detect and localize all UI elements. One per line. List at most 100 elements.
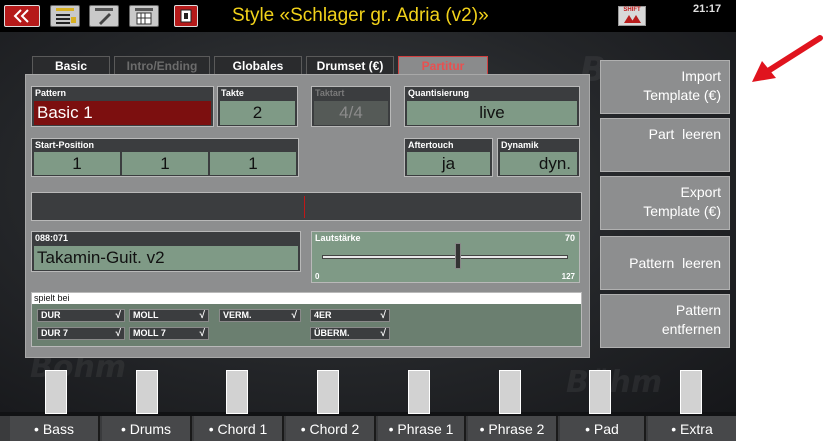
taktart-value: 4/4 (314, 101, 388, 125)
tab-partitur[interactable]: Partitur (398, 56, 488, 74)
edit-icon (95, 8, 113, 25)
start-position-value-3[interactable]: 1 (210, 152, 296, 175)
back-double-chevron-icon (13, 9, 29, 23)
pattern-entfernen-button[interactable]: Pattern entfernen (600, 294, 730, 348)
stop-button[interactable] (174, 5, 198, 27)
tab-drumset[interactable]: Drumset (€) (306, 56, 394, 74)
takte-field[interactable]: Takte 2 (217, 86, 298, 127)
dynamik-field[interactable]: Dynamik dyn. (497, 138, 580, 177)
part-key-phrase1[interactable] (408, 370, 430, 414)
part-tab-bass[interactable]: • Bass (10, 416, 100, 441)
takte-label: Takte (221, 88, 244, 98)
import-template-line1: Import (681, 68, 721, 84)
check-icon: √ (115, 328, 122, 339)
tab-basic[interactable]: Basic (32, 56, 110, 74)
style-title: Style «Schlager gr. Adria (v2)» (232, 5, 489, 26)
taktart-label: Taktart (315, 88, 345, 98)
pattern-leeren-button[interactable]: Pattern leeren (600, 236, 730, 290)
dynamik-value: dyn. (500, 152, 577, 175)
menu-icon (56, 8, 76, 24)
lautstaerke-slider-knob[interactable] (454, 243, 461, 269)
pattern-label: Pattern (35, 88, 67, 98)
shift-button[interactable]: SHIFT (618, 6, 646, 26)
start-position-value-2[interactable]: 1 (122, 152, 208, 175)
stop-icon (180, 9, 192, 23)
import-template-button[interactable]: Import Template (€) (600, 60, 730, 114)
part-key-drums[interactable] (136, 370, 158, 414)
checkbox-dur7-label: DUR 7 (41, 328, 69, 338)
part-key-chord2[interactable] (317, 370, 339, 414)
shift-icon (624, 15, 641, 23)
red-arrow-icon (752, 35, 823, 82)
part-key-extra[interactable] (680, 370, 702, 414)
part-leeren-button[interactable]: Part leeren (600, 118, 730, 172)
part-tab-phrase2[interactable]: • Phrase 2 (468, 416, 558, 441)
part-tab-pad[interactable]: • Pad (560, 416, 646, 441)
checkbox-dur-label: DUR (41, 310, 61, 320)
tab-globales[interactable]: Globales (214, 56, 302, 74)
watermark-logo: Böhm (566, 365, 663, 400)
check-icon: √ (291, 310, 298, 321)
check-icon: √ (199, 328, 206, 339)
check-icon: √ (115, 310, 122, 321)
pattern-entfernen-line2: entfernen (661, 321, 721, 337)
checkbox-moll[interactable]: MOLL √ (129, 309, 209, 322)
export-template-button[interactable]: Export Template (€) (600, 176, 730, 230)
export-template-line2: Template (€) (643, 203, 721, 219)
pattern-entfernen-line1: Pattern (675, 302, 721, 318)
dynamik-label: Dynamik (501, 140, 539, 150)
part-tab-extra[interactable]: • Extra (648, 416, 736, 441)
part-tab-chord1[interactable]: • Chord 1 (194, 416, 284, 441)
checkbox-dur[interactable]: DUR √ (37, 309, 125, 322)
quantisierung-field[interactable]: Quantisierung live (404, 86, 580, 127)
registration-bank-icon (135, 8, 153, 25)
start-position-value-1[interactable]: 1 (34, 152, 120, 175)
checkbox-verm[interactable]: VERM. √ (219, 309, 301, 322)
part-tab-drums[interactable]: • Drums (102, 416, 192, 441)
start-position-field[interactable]: Start-Position 1 1 1 (31, 138, 299, 177)
pattern-value: Basic 1 (34, 101, 211, 125)
part-tab-chord2[interactable]: • Chord 2 (286, 416, 376, 441)
checkbox-moll7-label: MOLL 7 (133, 328, 166, 338)
start-position-label: Start-Position (35, 140, 95, 150)
edit-button[interactable] (89, 5, 119, 27)
part-leeren-label: Part leeren (648, 126, 721, 142)
pattern-timeline[interactable] (31, 192, 582, 221)
clock: 21:17 (693, 3, 722, 15)
spielt-bei-group: spielt bei DUR √ MOLL √ VERM. √ 4ER √ DU… (31, 292, 582, 347)
position-marker (304, 196, 305, 218)
takte-value: 2 (220, 101, 295, 125)
aftertouch-label: Aftertouch (408, 140, 454, 150)
lautstaerke-slider-track[interactable] (322, 255, 568, 259)
quantisierung-label: Quantisierung (408, 88, 470, 98)
top-bar: Style «Schlager gr. Adria (v2)» SHIFT 21… (0, 0, 736, 32)
registration-bank-button[interactable] (129, 5, 159, 27)
lautstaerke-label: Lautstärke (315, 233, 361, 243)
part-key-chord1[interactable] (226, 370, 248, 414)
tab-intro-ending[interactable]: Intro/Ending (114, 56, 210, 74)
lautstaerke-min: 0 (315, 272, 320, 281)
checkbox-uberm-label: ÜBERM. (314, 328, 350, 338)
checkbox-4er[interactable]: 4ER √ (310, 309, 390, 322)
checkbox-uberm[interactable]: ÜBERM. √ (310, 327, 390, 340)
aftertouch-field[interactable]: Aftertouch ja (404, 138, 493, 177)
back-button[interactable] (4, 5, 40, 27)
checkbox-verm-label: VERM. (223, 310, 252, 320)
quantisierung-value: live (407, 101, 577, 125)
part-tab-phrase1[interactable]: • Phrase 1 (378, 416, 466, 441)
aftertouch-value: ja (407, 152, 490, 175)
pattern-field[interactable]: Pattern Basic 1 (31, 86, 214, 127)
check-icon: √ (380, 328, 387, 339)
spielt-bei-label: spielt bei (32, 293, 581, 304)
part-key-phrase2[interactable] (499, 370, 521, 414)
taktart-field: Taktart 4/4 (311, 86, 391, 127)
check-icon: √ (380, 310, 387, 321)
pattern-leeren-label: Pattern leeren (629, 255, 721, 271)
part-key-pad[interactable] (589, 370, 611, 414)
sound-field[interactable]: 088:071 Takamin-Guit. v2 (31, 231, 301, 272)
checkbox-moll7[interactable]: MOLL 7 √ (129, 327, 209, 340)
menu-button[interactable] (50, 5, 80, 27)
checkbox-moll-label: MOLL (133, 310, 159, 320)
checkbox-dur7[interactable]: DUR 7 √ (37, 327, 125, 340)
part-key-bass[interactable] (45, 370, 67, 414)
